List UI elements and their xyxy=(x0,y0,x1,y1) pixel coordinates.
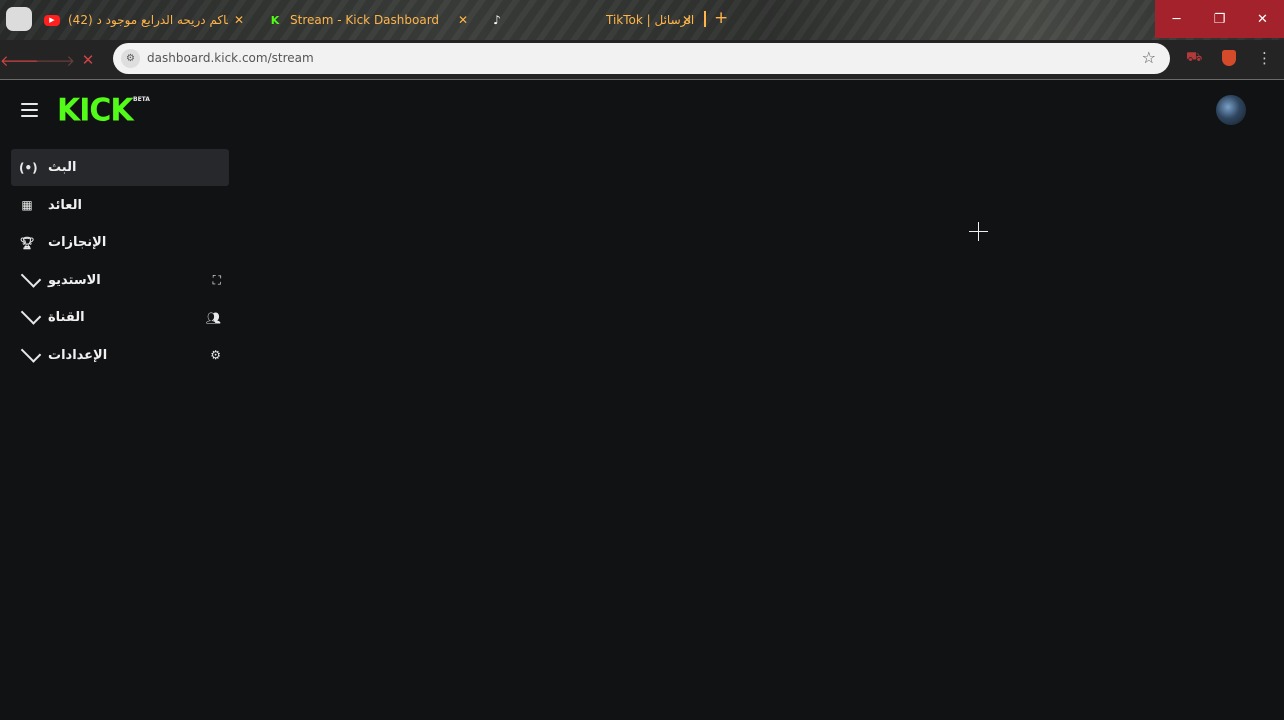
kick-icon: K xyxy=(270,13,280,27)
broadcast-icon: (•) xyxy=(19,160,38,175)
sidebar-item-label: القناة xyxy=(48,310,85,325)
sidebar-item-channel[interactable]: القناة 👥︎ xyxy=(11,299,229,336)
tab-separator xyxy=(704,11,706,27)
trophy-icon: 🏆︎ xyxy=(19,235,35,250)
bookmark-star-icon[interactable]: ☆ xyxy=(1142,48,1156,67)
site-info-icon[interactable]: ⚙ xyxy=(121,49,140,68)
gear-icon: ⚙ xyxy=(210,348,221,362)
hamburger-menu-icon[interactable] xyxy=(21,103,38,117)
studio-icon: ⛶ xyxy=(212,272,221,287)
stop-loading-button[interactable]: ✕ xyxy=(76,48,100,72)
sidebar-item-label: الإنجازات xyxy=(48,235,107,250)
sidebar-item-settings[interactable]: الإعدادات ⚙ xyxy=(11,337,229,374)
tab-title: Stream - Kick Dashboard xyxy=(290,13,440,27)
back-button[interactable]: 🡐 xyxy=(0,48,40,72)
chevron-down-icon xyxy=(20,266,42,288)
kick-dashboard: KICK BETA (•) البث ▦ العائد 🏆︎ الإنجازات… xyxy=(0,81,1284,720)
sidebar-item-label: الإعدادات xyxy=(48,347,108,363)
close-window-button[interactable]: ✕ xyxy=(1241,0,1284,38)
brave-shield-icon[interactable] xyxy=(1222,50,1236,66)
tab-title: TikTok | الرسائل xyxy=(606,13,695,27)
sidebar-nav: (•) البث ▦ العائد 🏆︎ الإنجازات الاستديو … xyxy=(11,149,229,374)
users-icon: 👥︎ xyxy=(205,310,221,325)
sidebar-item-achievements[interactable]: 🏆︎ الإنجازات xyxy=(11,224,229,261)
browser-tab-kick[interactable]: K Stream - Kick Dashboard ✕ xyxy=(268,6,478,34)
chart-icon: ▦ xyxy=(21,198,33,212)
url-text[interactable]: dashboard.kick.com/stream xyxy=(147,51,314,65)
sidebar-item-revenue[interactable]: ▦ العائد xyxy=(11,187,229,224)
tab-close-icon[interactable]: ✕ xyxy=(682,13,692,27)
maximize-button[interactable]: ❐ xyxy=(1198,0,1241,38)
browser-tab-bar: ▶ (42) الحاكم دريحه الدرايع موجود د ✕ K … xyxy=(0,0,1284,40)
extension-icon[interactable]: ⛟ xyxy=(1186,50,1202,67)
forward-button[interactable]: 🡒 xyxy=(35,48,75,72)
sidebar-item-studio[interactable]: الاستديو ⛶ xyxy=(11,262,229,299)
chevron-down-icon xyxy=(20,341,42,363)
tiktok-icon: ♪ xyxy=(493,13,501,27)
minimize-button[interactable]: ─ xyxy=(1155,0,1198,38)
sidebar-item-label: البث xyxy=(48,160,77,175)
user-avatar[interactable] xyxy=(1216,95,1246,125)
tab-close-icon[interactable]: ✕ xyxy=(234,13,244,27)
browser-toolbar: 🡐 🡒 ✕ ⚙ dashboard.kick.com/stream ☆ xyxy=(0,40,1284,80)
profile-chip[interactable] xyxy=(6,7,32,31)
browser-menu-icon[interactable]: ⋮ xyxy=(1257,49,1272,67)
browser-tab-tiktok[interactable]: ♪ TikTok | الرسائل ✕ xyxy=(490,6,700,34)
tab-close-icon[interactable]: ✕ xyxy=(458,13,468,27)
kick-logo[interactable]: KICK xyxy=(57,92,134,129)
chevron-down-icon xyxy=(20,304,42,325)
browser-tab-youtube[interactable]: ▶ (42) الحاكم دريحه الدرايع موجود د ✕ xyxy=(44,6,254,34)
new-tab-button[interactable]: + xyxy=(714,8,728,28)
crosshair-cursor xyxy=(969,222,988,241)
sidebar-item-label: الاستديو xyxy=(48,272,101,288)
youtube-icon: ▶ xyxy=(44,14,60,26)
sidebar-item-label: العائد xyxy=(48,197,82,213)
tab-title: (42) الحاكم دريحه الدرايع موجود د xyxy=(68,13,228,27)
address-bar[interactable]: ⚙ dashboard.kick.com/stream ☆ xyxy=(113,43,1170,74)
beta-badge: BETA xyxy=(133,96,150,103)
sidebar-item-stream[interactable]: (•) البث xyxy=(11,149,229,186)
